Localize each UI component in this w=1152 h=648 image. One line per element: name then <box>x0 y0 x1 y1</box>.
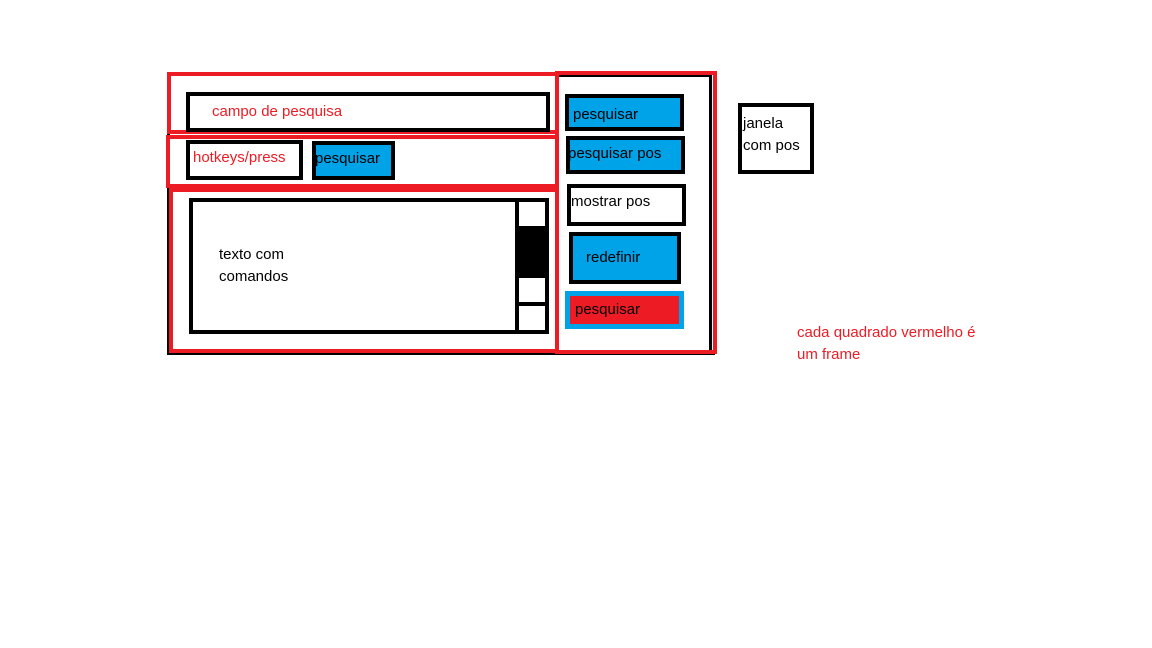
scrollbar-mark <box>519 302 545 306</box>
show-pos-button[interactable]: mostrar pos <box>567 184 686 226</box>
scrollbar-thumb[interactable] <box>519 226 545 278</box>
right-search-button[interactable]: pesquisar <box>565 94 684 131</box>
pos-window-text: janela com pos <box>743 115 800 154</box>
search-button-label: pesquisar <box>315 150 381 167</box>
red-search-button-label: pesquisar <box>575 301 641 318</box>
search-input[interactable]: campo de pesquisa <box>186 92 550 132</box>
search-pos-button-label: pesquisar pos <box>568 145 662 162</box>
search-button[interactable]: pesquisar <box>312 141 395 180</box>
show-pos-button-label: mostrar pos <box>571 193 651 210</box>
search-input-placeholder: campo de pesquisa <box>212 103 343 120</box>
hotkeys-input[interactable]: hotkeys/press <box>186 140 303 180</box>
search-pos-button[interactable]: pesquisar pos <box>566 136 685 174</box>
right-search-button-label: pesquisar <box>573 106 639 123</box>
pos-window: janela com pos <box>738 103 814 174</box>
annotation-note: cada quadrado vermelho é um frame <box>797 324 976 363</box>
reset-button[interactable]: redefinir <box>569 232 681 284</box>
reset-button-label: redefinir <box>586 249 641 266</box>
hotkeys-input-placeholder: hotkeys/press <box>193 149 286 166</box>
commands-textarea[interactable]: texto com comandos <box>189 198 549 334</box>
commands-text: texto com comandos <box>219 246 289 285</box>
red-search-button[interactable]: pesquisar <box>565 291 684 329</box>
